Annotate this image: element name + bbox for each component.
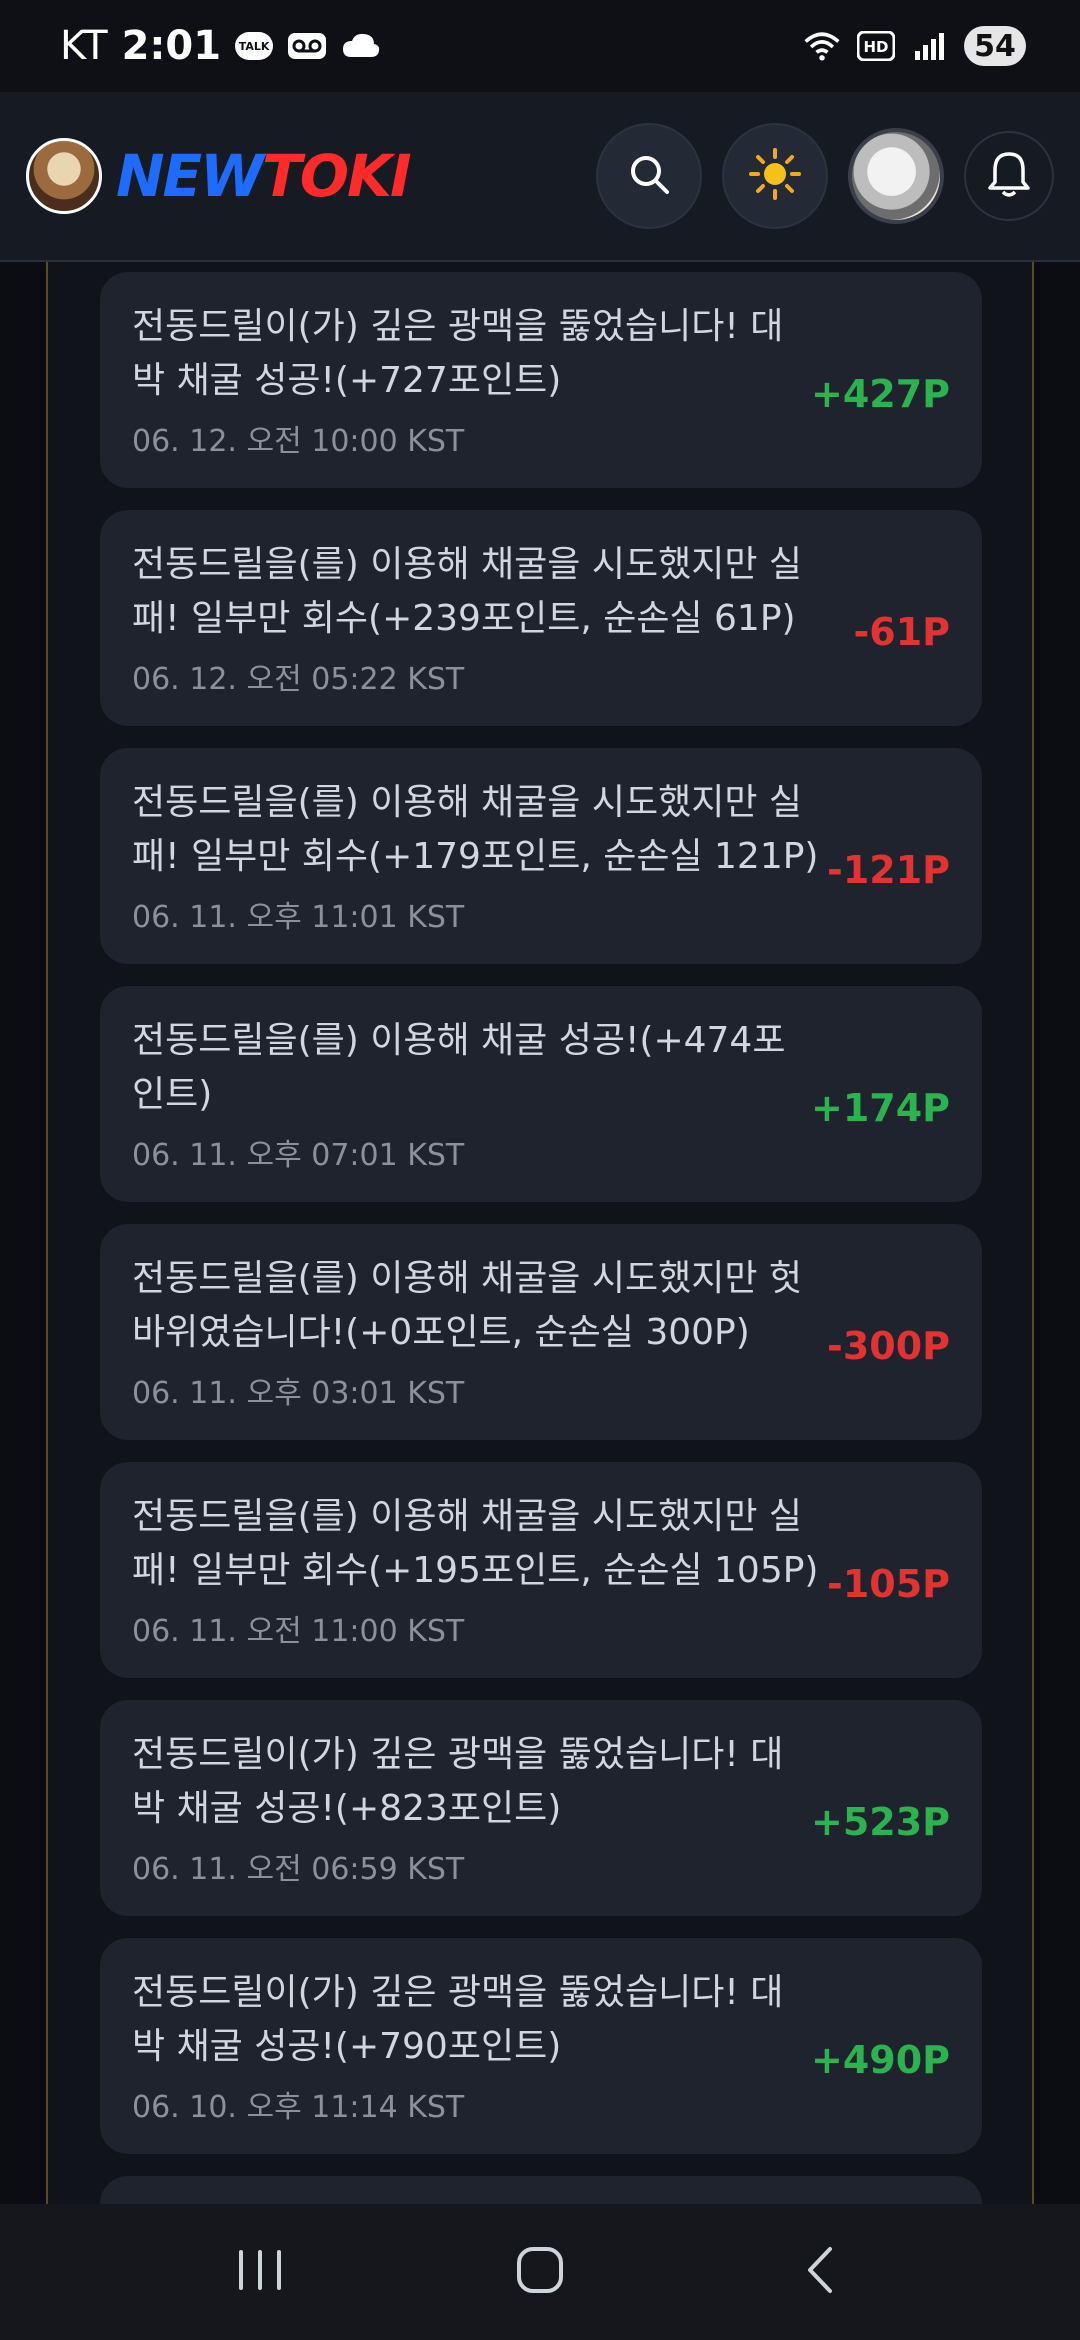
search-button[interactable] [596, 123, 702, 229]
log-amount: +523P [810, 1800, 950, 1844]
log-timestamp: 06. 11. 오전 11:00 KST [132, 1614, 465, 1649]
bell-icon [987, 150, 1031, 202]
status-clock: 2:01 [121, 23, 222, 69]
theme-toggle-button[interactable] [722, 123, 828, 229]
mining-log-panel: 전동드릴이(가) 깊은 광맥을 뚫었습니다! 대박 채굴 성공!(+727포인트… [46, 262, 1034, 2204]
system-nav-bar [0, 2204, 1080, 2340]
log-item: 전동드릴을(를) 이용해 채굴을 시도했지만 실패! 일부만 회수(+195포인… [100, 1462, 982, 1678]
log-amount: -105P [827, 1562, 950, 1606]
log-item: 전동드릴을(를) 이용해 채굴을 시도했지만 실패! 일부만 회수(+239포인… [100, 510, 982, 726]
battery-indicator: 54 [964, 26, 1026, 66]
log-message: 전동드릴을(를) 이용해 채굴을 시도했지만 헛바위였습니다!(+0포인트, 순… [132, 1258, 803, 1353]
log-timestamp: 06. 10. 오후 11:14 KST [132, 2090, 465, 2125]
site-logo[interactable]: NEWTOKI [116, 142, 412, 210]
recent-apps-icon [235, 2248, 285, 2296]
signal-icon [910, 29, 950, 63]
home-icon [515, 2245, 565, 2299]
wifi-icon [802, 29, 842, 63]
log-amount: -300P [827, 1324, 950, 1368]
log-item: 전동드릴이(가) 깊은 광맥을 뚫었습니다! 대박 채굴 성공!(+790포인트… [100, 1938, 982, 2154]
log-timestamp: 06. 11. 오후 11:01 KST [132, 900, 465, 935]
log-timestamp: 06. 11. 오후 03:01 KST [132, 1376, 465, 1411]
log-message: 전동드릴을(를) 이용해 채굴을 시도했지만 실패! 일부만 회수(+195포인… [132, 1496, 819, 1591]
hd-voice-icon: HD [856, 29, 896, 63]
logo-toki: TOKI [262, 142, 411, 210]
log-message: 전동드릴을(를) 이용해 채굴 성공!(+474포인트) [132, 1020, 786, 1115]
cloud-chat-icon [341, 29, 381, 63]
logo-new: NEW [116, 142, 264, 210]
brand[interactable]: NEWTOKI [26, 138, 412, 214]
log-timestamp: 06. 11. 오전 06:59 KST [132, 1852, 465, 1887]
notifications-button[interactable] [964, 131, 1054, 221]
log-item: 전동드릴을(를) 이용해 채굴을 시도했지만 실패! 일부만 회수(+179포인… [100, 748, 982, 964]
log-amount: +427P [810, 372, 950, 416]
sun-icon [748, 147, 802, 205]
log-amount: +490P [810, 2038, 950, 2082]
log-item: 전동드릴이(가) 깊은 광맥을 뚫었습니다! 대박 채굴 성공!(+823포인트… [100, 1700, 982, 1916]
log-timestamp: 06. 11. 오후 07:01 KST [132, 1138, 465, 1173]
site-logo-avatar[interactable] [26, 138, 102, 214]
log-amount: +174P [810, 1086, 950, 1130]
log-message: 전동드릴이(가) 깊은 광맥을 뚫었습니다! 대박 채굴 성공!(+790포인트… [132, 1972, 784, 2067]
log-timestamp: 06. 12. 오전 10:00 KST [132, 424, 465, 459]
recent-apps-button[interactable] [220, 2232, 300, 2312]
status-bar: KT 2:01 TALK HD 54 [0, 0, 1080, 92]
log-amount: -121P [827, 848, 950, 892]
back-button[interactable] [780, 2232, 860, 2312]
search-icon [627, 152, 671, 200]
home-button[interactable] [500, 2232, 580, 2312]
log-message: 전동드릴을(를) 이용해 채굴을 시도했지만 실패! 일부만 회수(+239포인… [132, 544, 803, 639]
app-header: NEWTOKI [0, 92, 1080, 262]
log-message: 전동드릴이(가) 깊은 광맥을 뚫었습니다! 대박 채굴 성공!(+727포인트… [132, 306, 784, 401]
log-message: 전동드릴을(를) 이용해 채굴을 시도했지만 실패! 일부만 회수(+179포인… [132, 782, 819, 877]
log-message: 전동드릴이(가) 깊은 광맥을 뚫었습니다! 대박 채굴 성공!(+823포인트… [132, 1734, 784, 1829]
kakaotalk-icon: TALK [235, 32, 274, 60]
user-avatar[interactable] [848, 128, 944, 224]
log-item-partial [100, 2176, 982, 2204]
log-item: 전동드릴을(를) 이용해 채굴 성공!(+474포인트) 06. 11. 오후 … [100, 986, 982, 1202]
log-item: 전동드릴이(가) 깊은 광맥을 뚫었습니다! 대박 채굴 성공!(+727포인트… [100, 272, 982, 488]
log-timestamp: 06. 12. 오전 05:22 KST [132, 662, 465, 697]
log-item: 전동드릴을(를) 이용해 채굴을 시도했지만 헛바위였습니다!(+0포인트, 순… [100, 1224, 982, 1440]
back-icon [800, 2245, 840, 2299]
log-amount: -61P [853, 610, 950, 654]
mining-log-list: 전동드릴이(가) 깊은 광맥을 뚫었습니다! 대박 채굴 성공!(+727포인트… [100, 272, 982, 2204]
voicemail-icon [287, 29, 327, 63]
svg-text:HD: HD [863, 38, 888, 56]
carrier-label: KT [60, 23, 108, 69]
